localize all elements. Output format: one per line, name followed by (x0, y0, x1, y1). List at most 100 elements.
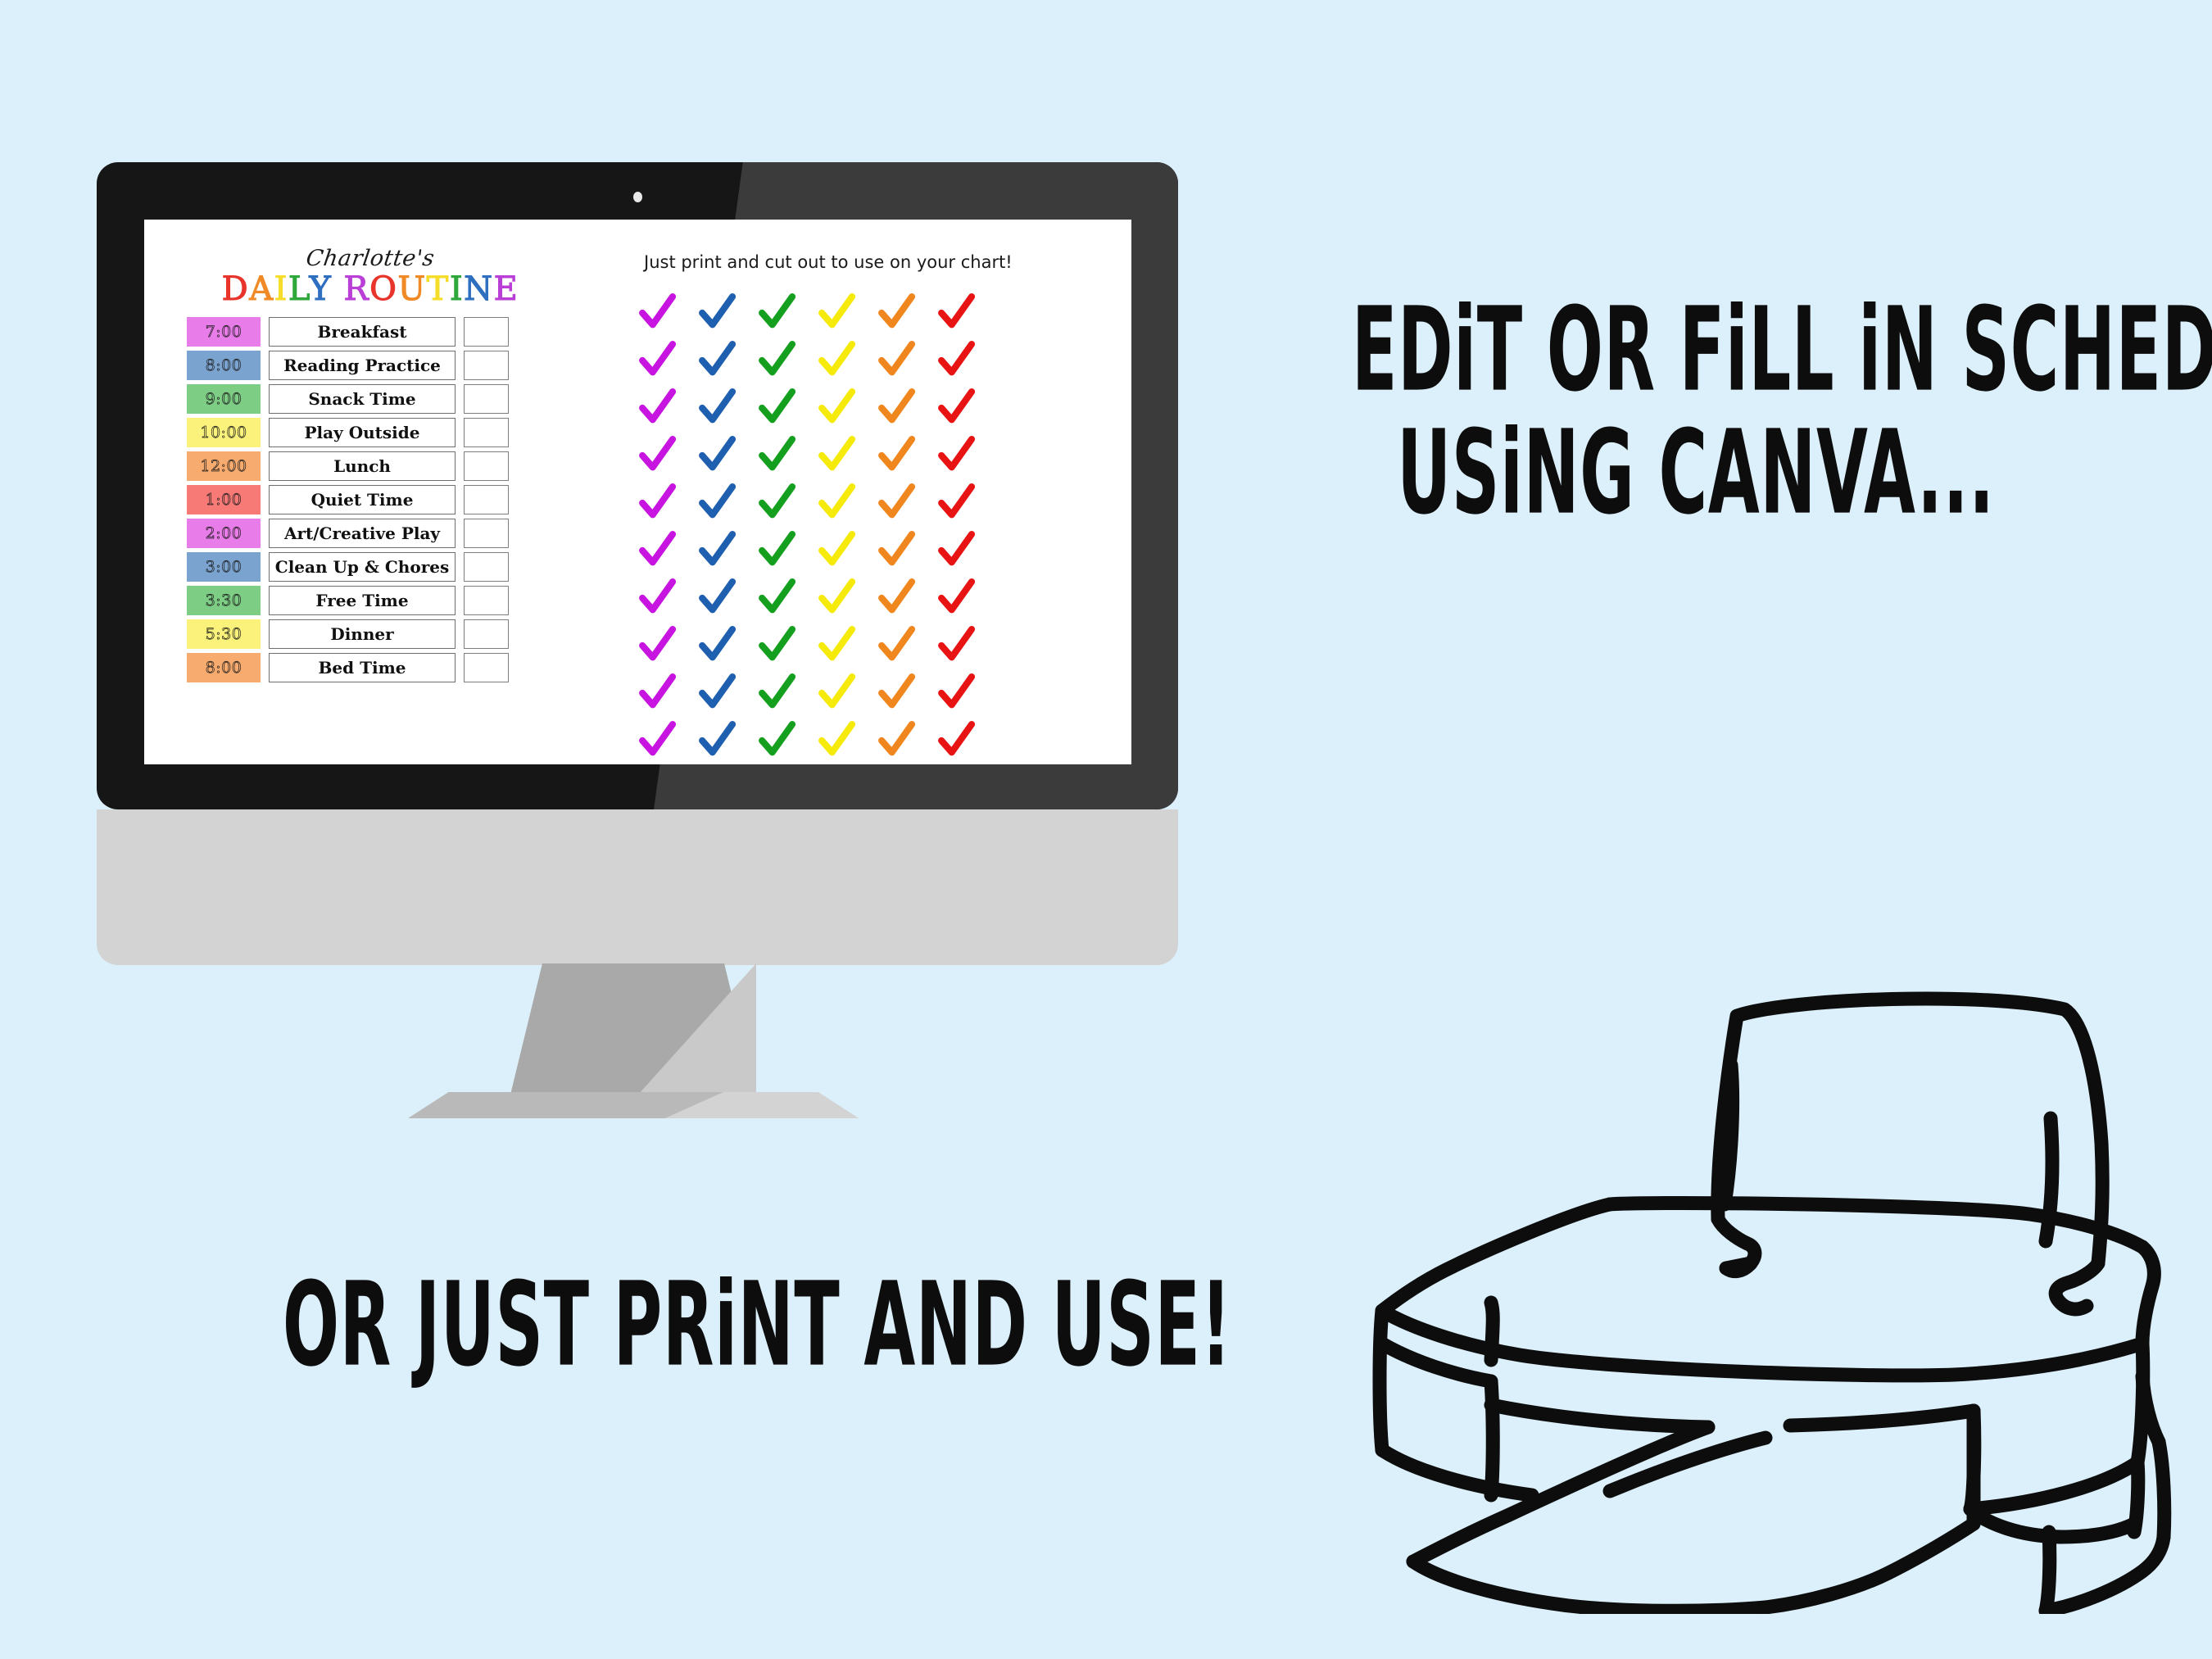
check-mark-sticker[interactable] (696, 385, 755, 433)
check-mark-sticker[interactable] (935, 528, 995, 575)
check-mark-sticker[interactable] (935, 480, 995, 528)
check-mark-sticker[interactable] (636, 575, 696, 623)
checkbox-cell[interactable] (464, 619, 509, 649)
check-mark-sticker[interactable] (755, 385, 815, 433)
check-mark-sticker[interactable] (636, 480, 696, 528)
checkbox-cell[interactable] (464, 418, 509, 447)
check-mark-sticker[interactable] (875, 338, 935, 385)
check-mark-sticker[interactable] (696, 623, 755, 670)
check-mark-sticker[interactable] (696, 338, 755, 385)
check-mark-sticker[interactable] (815, 575, 875, 623)
checkbox-cell[interactable] (464, 586, 509, 615)
check-mark-icon (938, 293, 976, 329)
check-mark-sticker[interactable] (636, 670, 696, 718)
check-mark-sticker[interactable] (875, 718, 935, 764)
check-mark-sticker[interactable] (815, 433, 875, 480)
check-mark-sticker[interactable] (696, 290, 755, 338)
check-mark-sticker[interactable] (875, 528, 935, 575)
schedule-row: 1:00 Quiet Time (187, 485, 603, 514)
check-mark-sticker[interactable] (815, 623, 875, 670)
check-mark-icon (938, 721, 976, 756)
activity-field[interactable]: Snack Time (269, 384, 456, 414)
check-mark-sticker[interactable] (755, 623, 815, 670)
check-mark-icon (818, 483, 856, 519)
check-mark-icon (878, 341, 916, 376)
printer-illustration (1364, 959, 2175, 1614)
check-mark-sticker[interactable] (696, 480, 755, 528)
checkbox-cell[interactable] (464, 451, 509, 481)
time-pill: 12:00 (187, 451, 261, 481)
check-mark-sticker[interactable] (755, 433, 815, 480)
check-mark-sticker[interactable] (755, 528, 815, 575)
activity-field[interactable]: Dinner (269, 619, 456, 649)
check-mark-sticker[interactable] (755, 718, 815, 764)
time-pill: 3:00 (187, 552, 261, 582)
check-mark-sticker[interactable] (935, 670, 995, 718)
check-mark-sticker[interactable] (696, 670, 755, 718)
check-mark-sticker[interactable] (875, 433, 935, 480)
check-mark-sticker[interactable] (636, 623, 696, 670)
check-mark-sticker[interactable] (935, 290, 995, 338)
check-mark-sticker[interactable] (935, 575, 995, 623)
check-mark-sticker[interactable] (815, 718, 875, 764)
activity-field[interactable]: Lunch (269, 451, 456, 481)
check-mark-sticker[interactable] (636, 290, 696, 338)
check-mark-sticker[interactable] (875, 623, 935, 670)
check-mark-sticker[interactable] (755, 338, 815, 385)
check-mark-sticker[interactable] (636, 718, 696, 764)
check-mark-sticker[interactable] (696, 718, 755, 764)
check-mark-sticker[interactable] (636, 528, 696, 575)
check-mark-sticker[interactable] (636, 433, 696, 480)
check-mark-sticker[interactable] (875, 290, 935, 338)
schedule-row: 9:00 Snack Time (187, 384, 603, 414)
check-mark-icon (759, 721, 796, 756)
checkbox-cell[interactable] (464, 317, 509, 347)
check-mark-sticker[interactable] (815, 290, 875, 338)
check-mark-sticker[interactable] (875, 480, 935, 528)
check-mark-sticker[interactable] (815, 670, 875, 718)
check-mark-sticker[interactable] (815, 528, 875, 575)
check-mark-sticker[interactable] (935, 623, 995, 670)
activity-field[interactable]: Free Time (269, 586, 456, 615)
checkbox-cell[interactable] (464, 384, 509, 414)
check-mark-sticker[interactable] (815, 480, 875, 528)
check-mark-sticker[interactable] (636, 385, 696, 433)
routine-title-letter: A (249, 270, 274, 308)
time-label: 10:00 (200, 424, 247, 442)
schedule-row: 8:00 Bed Time (187, 653, 603, 682)
check-mark-sticker[interactable] (875, 575, 935, 623)
check-mark-sticker[interactable] (696, 433, 755, 480)
check-mark-sticker[interactable] (755, 480, 815, 528)
check-mark-sticker[interactable] (815, 338, 875, 385)
check-mark-sticker[interactable] (935, 718, 995, 764)
activity-field[interactable]: Quiet Time (269, 485, 456, 514)
checkbox-cell[interactable] (464, 485, 509, 514)
time-pill: 5:30 (187, 619, 261, 649)
check-mark-sticker[interactable] (935, 338, 995, 385)
check-mark-sticker[interactable] (875, 385, 935, 433)
check-mark-sticker[interactable] (935, 433, 995, 480)
checkbox-cell[interactable] (464, 552, 509, 582)
webcam-dot-icon (633, 192, 642, 202)
activity-field[interactable]: Reading Practice (269, 351, 456, 380)
check-mark-sticker[interactable] (755, 575, 815, 623)
check-mark-sticker[interactable] (755, 670, 815, 718)
activity-field[interactable]: Art/Creative Play (269, 519, 456, 548)
check-mark-sticker[interactable] (696, 528, 755, 575)
check-mark-sticker[interactable] (935, 385, 995, 433)
checkbox-cell[interactable] (464, 653, 509, 682)
check-mark-sticker[interactable] (875, 670, 935, 718)
checkbox-cell[interactable] (464, 351, 509, 380)
activity-field[interactable]: Play Outside (269, 418, 456, 447)
check-mark-icon (759, 341, 796, 376)
check-mark-sticker[interactable] (815, 385, 875, 433)
time-label: 1:00 (205, 491, 243, 510)
check-mark-sticker[interactable] (696, 575, 755, 623)
check-mark-sticker[interactable] (636, 338, 696, 385)
check-mark-icon (699, 341, 737, 376)
activity-field[interactable]: Bed Time (269, 653, 456, 682)
check-mark-sticker[interactable] (755, 290, 815, 338)
activity-field[interactable]: Breakfast (269, 317, 456, 347)
activity-field[interactable]: Clean Up & Chores (269, 552, 456, 582)
checkbox-cell[interactable] (464, 519, 509, 548)
